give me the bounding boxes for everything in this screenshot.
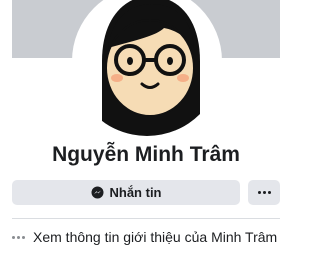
avatar-illustration [102, 0, 200, 136]
about-info-link[interactable]: Xem thông tin giới thiệu của Minh Trâm [12, 226, 288, 248]
profile-page: Nguyễn Minh Trâm Nhắn tin Xem thông tin … [0, 0, 292, 257]
avatar[interactable] [72, 0, 222, 136]
action-bar: Nhắn tin [12, 180, 280, 205]
about-info-label: Xem thông tin giới thiệu của Minh Trâm [33, 229, 278, 245]
more-dots-icon [257, 191, 271, 194]
more-dots-icon [12, 235, 25, 239]
message-button[interactable]: Nhắn tin [12, 180, 240, 205]
more-options-button[interactable] [248, 180, 280, 205]
message-button-label: Nhắn tin [109, 185, 162, 200]
profile-name: Nguyễn Minh Trâm [52, 143, 240, 166]
divider [12, 218, 280, 219]
messenger-icon [91, 186, 104, 199]
